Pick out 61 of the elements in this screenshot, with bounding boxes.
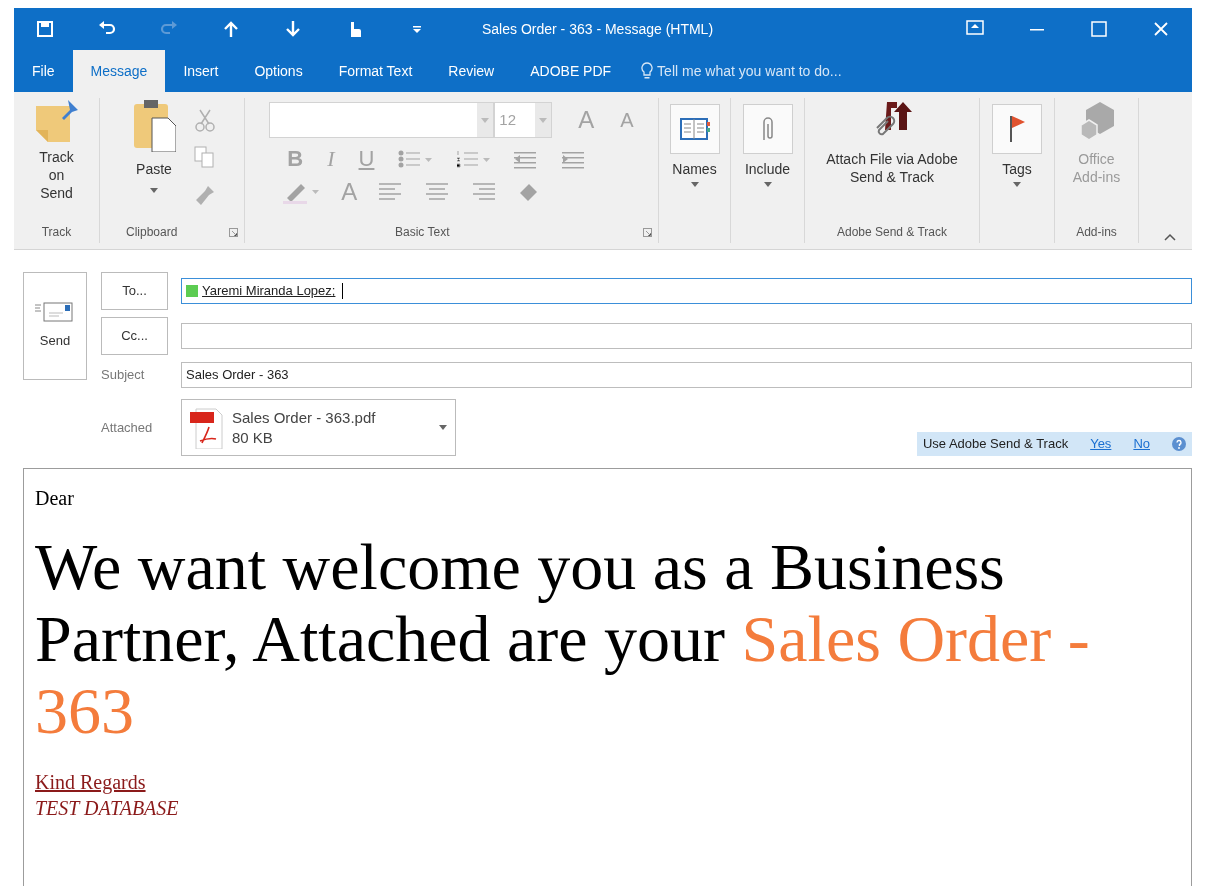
yes-link[interactable]: Yes [1090, 434, 1112, 454]
ribbon-tab[interactable]: Options [236, 50, 321, 92]
up-arrow-icon[interactable] [222, 20, 240, 38]
signature-text: TEST DATABASE [35, 797, 179, 819]
ribbon-tab[interactable]: Format Text [320, 50, 431, 92]
attached-label: Attached [101, 418, 154, 437]
dialog-launcher-icon[interactable] [229, 227, 238, 237]
maximize-icon[interactable] [1090, 20, 1108, 38]
subject-label: Subject [101, 366, 146, 385]
save-icon[interactable] [36, 20, 54, 38]
help-icon[interactable] [1172, 437, 1186, 451]
close-icon[interactable] [1152, 20, 1170, 38]
to-field[interactable]: Yaremi Miranda Lopez; [181, 278, 1192, 304]
include-button[interactable]: Include [738, 98, 797, 221]
window-title: Sales Order - 363 - Message (HTML) [482, 19, 715, 39]
cc-field[interactable] [181, 323, 1192, 349]
greeting-text: Dear [35, 486, 75, 511]
lightbulb-icon [641, 62, 654, 80]
paperclip-icon [761, 116, 774, 142]
attachment-size: 80 KB [232, 427, 274, 447]
cc-button[interactable]: Cc... [101, 317, 168, 355]
attach-file-button[interactable]: Attach File via Adobe Send & Track [813, 98, 971, 221]
group-label: Basic Text [395, 224, 450, 241]
caret-icon [539, 117, 548, 123]
collapse-ribbon-icon[interactable] [1164, 233, 1176, 241]
dialog-launcher-icon[interactable] [643, 227, 652, 237]
envelope-icon [35, 301, 75, 324]
prompt-text: Use Adobe Send & Track [922, 435, 1069, 454]
caret-icon [150, 188, 158, 194]
ribbon-tab[interactable]: Review [430, 50, 513, 92]
ribbon-tab[interactable]: Insert [165, 50, 237, 92]
flag-icon [1009, 116, 1025, 142]
tags-button[interactable]: Tags [988, 98, 1046, 221]
attachment-chip[interactable]: Sales Order - 363.pdf 80 KB [181, 399, 456, 456]
caret-icon [439, 425, 447, 430]
track-on-send-button[interactable]: Track on Send [26, 98, 87, 221]
ribbon-tab[interactable]: Message [72, 50, 166, 92]
ribbon-display-icon[interactable] [966, 20, 984, 38]
down-arrow-icon[interactable] [284, 20, 302, 38]
clipboard-icon [132, 98, 176, 152]
text-cursor [342, 283, 344, 299]
recipient-name[interactable]: Yaremi Miranda Lopez; [202, 281, 336, 301]
subject-field[interactable]: Sales Order - 363 [181, 362, 1192, 388]
names-button[interactable]: Names [665, 98, 724, 221]
attachment-name: Sales Order - 363.pdf [232, 408, 377, 428]
group-label: Clipboard [126, 224, 178, 241]
group-label: Track [41, 224, 72, 241]
sticky-note-icon [33, 98, 80, 144]
no-link[interactable]: No [1133, 434, 1150, 454]
tell-me-field[interactable]: Tell me what you want to do... [657, 60, 842, 82]
group-label: Add-ins [1076, 224, 1117, 241]
ribbon-tab[interactable]: ADOBE PDF [512, 50, 630, 92]
caret-icon [481, 117, 490, 123]
pdf-file-icon [190, 406, 224, 449]
signoff-text: Kind Regards [35, 771, 146, 793]
headline-paragraph: We want welcome you as a Business Partner, Attached are your Sales Order - 363 [35, 531, 1091, 747]
paste-button[interactable]: Paste [128, 98, 180, 221]
to-button[interactable]: To... [101, 272, 168, 310]
group-label: Adobe Send & Track [836, 224, 948, 241]
send-button[interactable]: Send [23, 272, 87, 380]
ribbon-tab[interactable]: File [14, 50, 73, 92]
